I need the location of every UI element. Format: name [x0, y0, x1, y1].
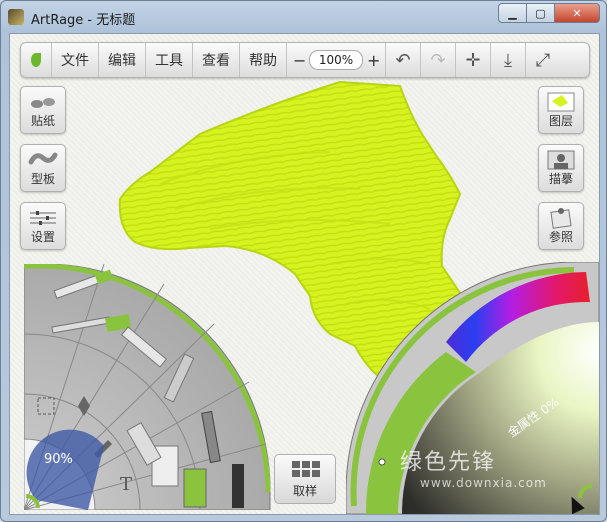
- fullscreen-icon: ⤢: [535, 49, 551, 71]
- references-label: 参照: [548, 230, 573, 244]
- tool-size-percent: 90%: [44, 452, 73, 467]
- title-bar: ArtRage - 无标题 ▁ ▢ ✕: [1, 1, 606, 33]
- zoom-out-button[interactable]: −: [293, 51, 306, 70]
- watermark-text: 绿色先锋: [400, 450, 497, 475]
- rotate-canvas-icon: ✛: [465, 49, 481, 71]
- stencils-panel-button[interactable]: 型板: [20, 144, 66, 192]
- footprint-icon: [28, 91, 58, 113]
- close-button[interactable]: ✕: [554, 3, 600, 23]
- window-title: ArtRage - 无标题: [31, 13, 136, 28]
- stickers-panel-button[interactable]: 贴纸: [20, 86, 66, 134]
- text-tool-icon: T: [120, 474, 132, 495]
- settings-label: 设置: [30, 230, 55, 244]
- tracing-image-icon: [546, 149, 576, 171]
- fullscreen-button[interactable]: ⤢: [526, 43, 560, 77]
- redo-button[interactable]: ↷: [421, 43, 456, 77]
- hue-marker[interactable]: [378, 458, 386, 466]
- maximize-button[interactable]: ▢: [526, 3, 555, 23]
- tool-picker-wheel[interactable]: T: [24, 264, 274, 510]
- sliders-icon: [28, 207, 58, 229]
- window-controls: ▁ ▢ ✕: [498, 3, 600, 23]
- zoom-in-button[interactable]: +: [367, 51, 380, 70]
- settings-panel-button[interactable]: 设置: [20, 202, 66, 250]
- sample-button[interactable]: 取样: [274, 454, 336, 504]
- artrage-window: ArtRage - 无标题 ▁ ▢ ✕ 文件 编辑 工具 查看 帮助 − 100…: [0, 0, 607, 522]
- menu-view[interactable]: 查看: [193, 43, 240, 77]
- grid-icon: [292, 461, 320, 477]
- sample-label: 取样: [292, 484, 317, 498]
- layer-thumbnail-icon: [546, 91, 576, 113]
- watermark: 绿色先锋 www.downxia.com: [400, 444, 547, 490]
- layers-label: 图层: [548, 114, 573, 128]
- zoom-control: − 100% +: [287, 43, 386, 77]
- watermark-url: www.downxia.com: [420, 476, 547, 490]
- references-panel-button[interactable]: 参照: [538, 202, 584, 250]
- redo-icon: ↷: [430, 49, 446, 71]
- main-toolbar: 文件 编辑 工具 查看 帮助 − 100% + ↶ ↷ ✛ ⤓ ⤢: [20, 42, 590, 78]
- zoom-value[interactable]: 100%: [309, 50, 363, 70]
- stickers-label: 贴纸: [30, 114, 55, 128]
- tracing-label: 描摹: [548, 172, 573, 186]
- stencils-label: 型板: [30, 172, 55, 186]
- rotate-canvas-button[interactable]: ✛: [456, 43, 491, 77]
- tracing-panel-button[interactable]: 描摹: [538, 144, 584, 192]
- app-icon: [8, 9, 24, 25]
- menu-help[interactable]: 帮助: [240, 43, 287, 77]
- menu-file[interactable]: 文件: [52, 43, 99, 77]
- pinned-note-icon: [546, 207, 576, 229]
- app-client-area: 文件 编辑 工具 查看 帮助 − 100% + ↶ ↷ ✛ ⤓ ⤢ 贴纸 型板 …: [9, 33, 600, 515]
- download-icon: ⤓: [504, 49, 512, 71]
- undo-button[interactable]: ↶: [386, 43, 421, 77]
- stencil-swirl-icon: [28, 149, 58, 171]
- menu-tools[interactable]: 工具: [146, 43, 193, 77]
- layers-panel-button[interactable]: 图层: [538, 86, 584, 134]
- leaf-icon: [31, 53, 41, 67]
- toolbar-toggle-button[interactable]: [21, 43, 52, 77]
- menu-edit[interactable]: 编辑: [99, 43, 146, 77]
- minimize-button[interactable]: ▁: [498, 3, 527, 23]
- undo-icon: ↶: [395, 49, 411, 71]
- download-button[interactable]: ⤓: [491, 43, 526, 77]
